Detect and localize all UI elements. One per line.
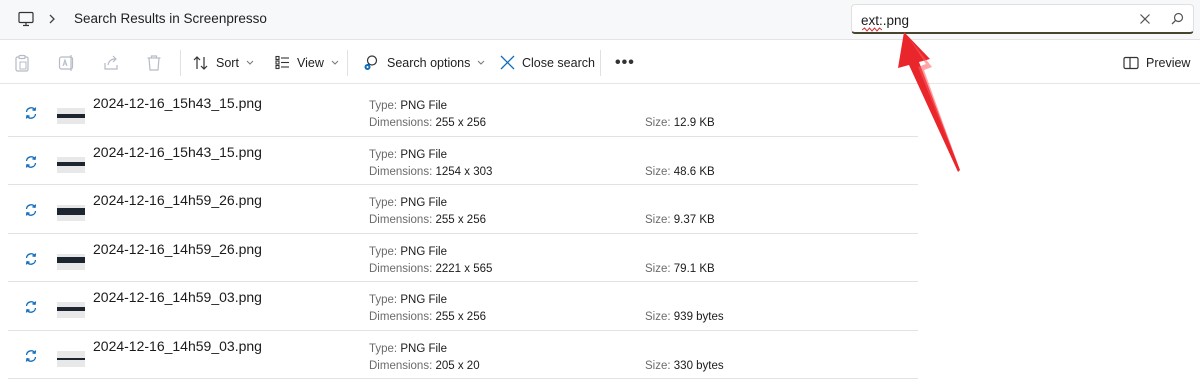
file-type: Type: PNG File: [369, 100, 447, 112]
file-dimensions: Dimensions: 255 x 256: [369, 311, 486, 323]
chevron-down-icon: [478, 60, 485, 65]
search-options-label: Search options: [387, 55, 471, 70]
sort-label: Sort: [216, 55, 239, 70]
file-name[interactable]: 2024-12-16_15h43_15.png: [93, 144, 262, 160]
file-row[interactable]: 2024-12-16_15h43_15.png Type: PNG File D…: [8, 137, 918, 185]
rename-button[interactable]: [58, 41, 76, 84]
address-bar: Search Results in Screenpresso: [0, 0, 1200, 40]
sync-status-icon: [25, 349, 37, 362]
search-icon[interactable]: [1171, 12, 1184, 25]
file-name[interactable]: 2024-12-16_14h59_26.png: [93, 192, 262, 208]
clipboard-icon: [15, 54, 29, 72]
chevron-down-icon: [331, 60, 339, 65]
file-thumbnail: [57, 302, 85, 318]
file-name[interactable]: 2024-12-16_14h59_26.png: [93, 241, 262, 257]
file-type: Type: PNG File: [369, 148, 447, 161]
file-type: Type: PNG File: [369, 245, 447, 258]
file-size: Size: 12.9 KB: [645, 117, 715, 129]
file-dimensions: Dimensions: 2221 x 565: [369, 262, 493, 275]
file-name[interactable]: 2024-12-16_14h59_03.png: [93, 289, 262, 305]
sync-status-icon: [25, 301, 37, 313]
file-name[interactable]: 2024-12-16_14h59_03.png: [93, 338, 262, 354]
file-dimensions: Dimensions: 1254 x 303: [369, 165, 493, 178]
preview-pane-icon: [1123, 56, 1139, 69]
more-options-button[interactable]: •••: [615, 54, 635, 72]
view-list-icon: [275, 55, 289, 70]
close-search-label: Close search: [522, 55, 595, 70]
toolbar-divider: [347, 50, 348, 76]
this-pc-icon[interactable]: [17, 10, 35, 28]
trash-icon: [147, 54, 161, 71]
file-thumbnail: [57, 156, 85, 173]
file-row[interactable]: 2024-12-16_14h59_26.png Type: PNG File D…: [8, 234, 918, 282]
view-label: View: [297, 55, 324, 70]
close-search-button[interactable]: Close search: [500, 41, 595, 84]
toolbar-divider: [600, 50, 601, 76]
command-bar: Sort View Search options Close search ••…: [0, 41, 1200, 84]
paste-button[interactable]: [14, 41, 30, 84]
delete-button[interactable]: [146, 41, 162, 84]
file-name[interactable]: 2024-12-16_15h43_15.png: [93, 95, 262, 111]
file-size: Size: 330 bytes: [645, 359, 724, 372]
sync-status-icon: [25, 204, 37, 216]
file-size: Size: 939 bytes: [645, 311, 724, 323]
toolbar-divider: [180, 50, 181, 76]
file-row[interactable]: 2024-12-16_14h59_03.png Type: PNG File D…: [8, 331, 918, 379]
spellcheck-squiggle: [862, 27, 882, 32]
file-size: Size: 79.1 KB: [645, 262, 715, 275]
file-row[interactable]: 2024-12-16_14h59_03.png Type: PNG File D…: [8, 282, 918, 331]
file-thumbnail: [57, 108, 85, 124]
file-row[interactable]: 2024-12-16_14h59_26.png Type: PNG File D…: [8, 185, 918, 234]
file-row[interactable]: 2024-12-16_15h43_15.png Type: PNG File D…: [8, 88, 918, 137]
file-size: Size: 48.6 KB: [645, 165, 715, 178]
file-dimensions: Dimensions: 255 x 256: [369, 214, 486, 226]
close-icon: [500, 55, 515, 70]
clear-search-icon[interactable]: [1139, 13, 1151, 25]
sort-button[interactable]: Sort: [193, 41, 254, 84]
search-options-icon: [364, 55, 378, 70]
file-size: Size: 9.37 KB: [645, 214, 715, 226]
rename-icon: [58, 54, 74, 71]
explorer-window: Search Results in Screenpresso ext:.png …: [0, 0, 1200, 381]
file-type: Type: PNG File: [369, 342, 447, 355]
file-thumbnail: [57, 205, 85, 221]
share-button[interactable]: [102, 41, 120, 84]
breadcrumb[interactable]: Search Results in Screenpresso: [74, 11, 267, 26]
chevron-down-icon: [246, 60, 254, 65]
file-thumbnail: [57, 253, 85, 270]
file-type: Type: PNG File: [369, 197, 447, 209]
search-results-list: 2024-12-16_15h43_15.png Type: PNG File D…: [8, 88, 918, 379]
view-button[interactable]: View: [275, 41, 339, 84]
share-icon: [104, 55, 118, 70]
search-options-button[interactable]: Search options: [363, 41, 485, 84]
sort-icon: [193, 55, 208, 70]
file-thumbnail: [57, 350, 85, 367]
file-dimensions: Dimensions: 255 x 256: [369, 117, 486, 129]
sync-status-icon: [25, 252, 37, 265]
file-type: Type: PNG File: [369, 294, 447, 306]
preview-label: Preview: [1146, 55, 1191, 70]
sync-status-icon: [25, 155, 37, 168]
file-dimensions: Dimensions: 205 x 20: [369, 359, 480, 372]
annotation-arrow: [898, 32, 960, 172]
sync-status-icon: [25, 107, 37, 119]
chevron-right-icon[interactable]: [47, 12, 57, 26]
preview-pane-button[interactable]: Preview: [1123, 41, 1190, 84]
